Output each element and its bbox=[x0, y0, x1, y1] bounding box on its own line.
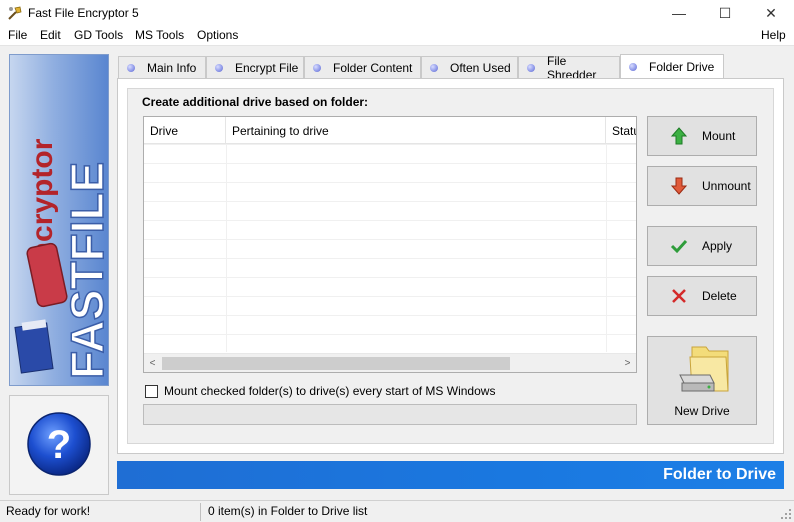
status-bar: Ready for work! 0 item(s) in Folder to D… bbox=[0, 500, 794, 522]
menu-gd-tools[interactable]: GD Tools bbox=[74, 28, 123, 42]
list-header: Drive Pertaining to drive Status bbox=[144, 117, 636, 144]
tab-label: Folder Content bbox=[333, 60, 413, 75]
arrow-up-icon bbox=[670, 127, 688, 145]
arrow-down-icon bbox=[670, 177, 688, 195]
column-divider bbox=[226, 144, 227, 352]
product-logo: FASTFILE encryptor bbox=[9, 54, 109, 386]
menu-file[interactable]: File bbox=[8, 28, 27, 42]
status-message: Ready for work! bbox=[6, 504, 91, 518]
resize-grip-icon[interactable] bbox=[780, 508, 792, 520]
mount-on-startup-label: Mount checked folder(s) to drive(s) ever… bbox=[164, 384, 496, 398]
column-status[interactable]: Status bbox=[606, 117, 636, 144]
bullet-icon bbox=[215, 63, 223, 72]
chevron-left-icon: < bbox=[149, 358, 156, 369]
delete-label: Delete bbox=[702, 289, 737, 303]
status-divider bbox=[200, 503, 201, 521]
drive-list[interactable]: Drive Pertaining to drive Status < > bbox=[143, 116, 637, 373]
menu-help[interactable]: Help bbox=[761, 28, 786, 42]
progress-bar bbox=[143, 404, 637, 425]
scroll-right-button[interactable]: > bbox=[619, 354, 636, 372]
maximize-button[interactable]: ☐ bbox=[702, 0, 748, 26]
unmount-button[interactable]: Unmount bbox=[647, 166, 757, 206]
help-glyph: ? bbox=[47, 423, 71, 467]
mount-on-startup-checkbox[interactable] bbox=[145, 384, 158, 398]
scroll-left-button[interactable]: < bbox=[144, 354, 161, 372]
close-icon: ✕ bbox=[765, 4, 777, 21]
item-count: 0 item(s) in Folder to Drive list bbox=[208, 504, 368, 518]
close-button[interactable]: ✕ bbox=[748, 0, 794, 26]
mount-label: Mount bbox=[702, 129, 736, 143]
tab-file-shredder[interactable]: File Shredder bbox=[518, 54, 620, 82]
column-status-label: Status bbox=[612, 123, 636, 138]
tab-label: Folder Drive bbox=[649, 59, 715, 74]
folder-icon bbox=[14, 322, 54, 374]
menu-ms-tools[interactable]: MS Tools bbox=[135, 28, 184, 42]
app-icon bbox=[8, 6, 22, 20]
unmount-label: Unmount bbox=[702, 179, 751, 193]
title-bar: Fast File Encryptor 5 — ☐ ✕ bbox=[0, 0, 794, 26]
column-pertaining-label: Pertaining to drive bbox=[232, 123, 329, 138]
tab-label: Main Info bbox=[147, 60, 197, 75]
column-divider bbox=[606, 144, 607, 352]
mount-button[interactable]: Mount bbox=[647, 116, 757, 156]
x-mark-icon bbox=[670, 287, 688, 305]
column-drive-label: Drive bbox=[150, 123, 179, 138]
help-button[interactable]: ? bbox=[10, 396, 110, 496]
help-panel: ? bbox=[9, 395, 109, 495]
delete-button[interactable]: Delete bbox=[647, 276, 757, 316]
checkmark-icon bbox=[670, 237, 688, 255]
group-title: Create additional drive based on folder: bbox=[142, 95, 369, 109]
minimize-icon: — bbox=[672, 5, 686, 21]
new-drive-button[interactable]: New Drive bbox=[647, 336, 757, 425]
bullet-icon bbox=[527, 63, 535, 72]
bullet-icon bbox=[313, 63, 321, 72]
list-body bbox=[144, 144, 636, 352]
maximize-icon: ☐ bbox=[718, 4, 732, 21]
tab-folder-content[interactable]: Folder Content bbox=[304, 56, 421, 78]
column-drive[interactable]: Drive bbox=[144, 117, 226, 144]
tab-often-used[interactable]: Often Used bbox=[421, 56, 518, 78]
window-title: Fast File Encryptor 5 bbox=[28, 6, 139, 20]
tab-main-info[interactable]: Main Info bbox=[118, 56, 206, 78]
section-banner: Folder to Drive bbox=[117, 461, 784, 489]
apply-button[interactable]: Apply bbox=[647, 226, 757, 266]
logo-graphic: FASTFILE encryptor bbox=[14, 138, 109, 380]
apply-label: Apply bbox=[702, 239, 733, 253]
column-pertaining[interactable]: Pertaining to drive bbox=[226, 117, 606, 144]
menu-bar: File Edit GD Tools MS Tools Options Help bbox=[0, 26, 794, 46]
bullet-icon bbox=[629, 62, 637, 71]
tab-encrypt-file[interactable]: Encrypt File bbox=[206, 56, 304, 78]
tab-folder-drive[interactable]: Folder Drive bbox=[620, 54, 724, 78]
chevron-right-icon: > bbox=[624, 358, 631, 369]
bullet-icon bbox=[127, 63, 135, 72]
bullet-icon bbox=[430, 63, 438, 72]
logo-fastfile-text: FASTFILE bbox=[61, 162, 109, 379]
tab-label: Encrypt File bbox=[235, 60, 299, 75]
menu-options[interactable]: Options bbox=[197, 28, 238, 42]
banner-title: Folder to Drive bbox=[663, 466, 776, 483]
scrollbar-thumb[interactable] bbox=[162, 357, 510, 370]
mount-on-startup-option[interactable]: Mount checked folder(s) to drive(s) ever… bbox=[145, 383, 495, 399]
new-drive-icon bbox=[679, 346, 729, 392]
new-drive-label: New Drive bbox=[674, 404, 730, 418]
minimize-button[interactable]: — bbox=[656, 0, 702, 26]
tab-label: Often Used bbox=[450, 60, 511, 75]
horizontal-scrollbar[interactable]: < > bbox=[144, 353, 636, 372]
menu-edit[interactable]: Edit bbox=[40, 28, 61, 42]
